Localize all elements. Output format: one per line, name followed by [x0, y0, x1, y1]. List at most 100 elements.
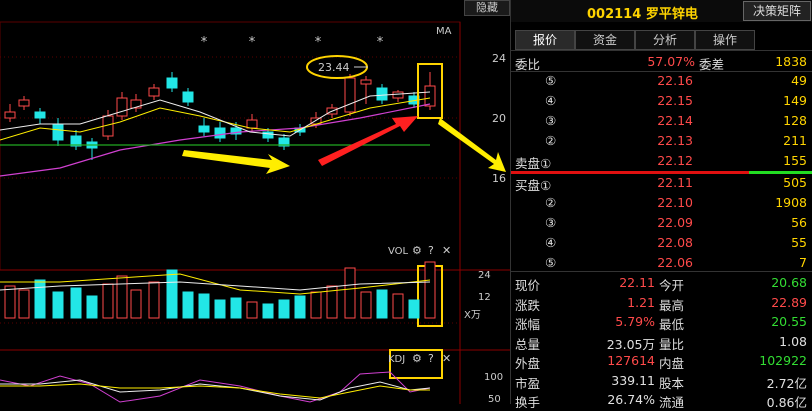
- buy_orders-volume: 1908: [775, 195, 807, 210]
- commission-row: 委比 57.07% 委差 1838: [511, 52, 812, 72]
- vol-axis-tick: 24: [478, 270, 491, 281]
- sell_orders-index: ⑤: [545, 73, 557, 88]
- volume-bar: [294, 295, 306, 319]
- candle-body: [262, 131, 274, 139]
- buy_orders-row[interactable]: ② 22.10 1908: [511, 193, 812, 213]
- close-icon: ✕: [442, 244, 451, 257]
- volume-bar: [262, 303, 274, 319]
- candle-body: [376, 87, 388, 101]
- buy_orders-row[interactable]: ③ 22.09 56: [511, 213, 812, 233]
- stat-label: 股本: [659, 375, 685, 391]
- stat-row: 市盈 339.11 股本 2.72亿: [511, 371, 812, 391]
- vol-unit: X万: [464, 310, 481, 321]
- stat-value: 2.72亿: [766, 375, 807, 391]
- stat-value: 20.55: [771, 314, 807, 329]
- volume-bar: [230, 297, 242, 319]
- vol-label: VOL: [388, 246, 409, 257]
- quote-tabs: 报价 资金 分析 操作: [511, 30, 812, 51]
- sell_orders-row[interactable]: ③ 22.14 128: [511, 111, 812, 131]
- star-marker: *: [377, 35, 384, 50]
- stat-value: 5.79%: [615, 314, 655, 329]
- candle-body: [52, 123, 64, 141]
- stat-row: 总量 23.05万 量比 1.08: [511, 332, 812, 352]
- stat-label: 涨跌: [515, 297, 541, 313]
- hide-button[interactable]: 隐藏: [464, 0, 510, 16]
- stat-label: 最低: [659, 317, 685, 332]
- kdj-axis-tick: 50: [488, 394, 501, 404]
- candle-body: [424, 85, 436, 107]
- candle-body: [198, 125, 210, 133]
- stat-row: 涨幅 5.79% 最低 20.55: [511, 312, 812, 332]
- vol-axis-tick: 12: [478, 292, 491, 303]
- volume-bar: [86, 295, 98, 319]
- buy_orders-label: 买盘①: [515, 178, 552, 193]
- stat-value: 20.68: [771, 275, 807, 290]
- stat-value: 1.21: [627, 294, 655, 310]
- buy_orders-row[interactable]: ⑤ 22.06 7: [511, 253, 812, 273]
- kline-chart-area[interactable]: 24 20 16 MA * * * * 23.44 VOL ⚙? ✕ 24 12 X万 KDJ ⚙? ✕ 100 50…: [0, 0, 510, 404]
- tab-1[interactable]: 资金: [575, 30, 635, 50]
- divider: [511, 271, 812, 272]
- decision-matrix-button[interactable]: 决策矩阵: [743, 1, 811, 21]
- tab-2[interactable]: 分析: [635, 30, 695, 50]
- stat-value: 1.08: [779, 333, 807, 349]
- stat-label: 现价: [515, 278, 541, 293]
- tab-3[interactable]: 操作: [695, 30, 755, 50]
- stat-value: 22.11: [619, 275, 655, 290]
- buy_orders-price: 22.08: [657, 235, 693, 250]
- buy_orders-price: 22.10: [657, 195, 693, 210]
- stat-label: 涨幅: [515, 317, 541, 332]
- volume-bar: [310, 291, 322, 319]
- stat-row: 涨跌 1.21 最高 22.89: [511, 293, 812, 313]
- sell_orders-price: 22.16: [657, 73, 693, 88]
- yellow-arrow-icon: [182, 150, 290, 174]
- gear-icon: ⚙: [412, 244, 422, 257]
- sell_orders-label: 卖盘①: [515, 156, 552, 171]
- stat-value: 127614: [607, 353, 655, 368]
- sell_orders-index: ③: [545, 113, 557, 128]
- buy_orders-row[interactable]: 买盘① 22.11 505: [511, 173, 812, 193]
- candle-body: [148, 87, 160, 97]
- volume-bar: [4, 285, 16, 319]
- candle-body: [166, 77, 178, 89]
- buy_orders-volume: 55: [791, 235, 807, 250]
- candle-body: [18, 99, 30, 107]
- stat-label: 最高: [659, 297, 685, 313]
- quote-header: 002114 罗平锌电 决策矩阵: [511, 0, 812, 22]
- gear-icon: ⚙: [412, 352, 422, 365]
- sell_orders-row[interactable]: 卖盘① 22.12 155: [511, 151, 812, 171]
- volume-bar: [34, 279, 46, 319]
- candle-body: [116, 97, 128, 117]
- stat-row: 换手 26.74% 流通 0.86亿: [511, 390, 812, 410]
- stat-value: 339.11: [611, 372, 655, 388]
- buy_orders-price: 22.09: [657, 215, 693, 230]
- sell_orders-index: ④: [545, 93, 557, 108]
- sell_orders-row[interactable]: ② 22.13 211: [511, 131, 812, 151]
- candle-body: [214, 127, 226, 139]
- stock-name: 罗平锌电: [645, 7, 698, 22]
- stat-row: 现价 22.11 今开 20.68: [511, 273, 812, 293]
- sell_orders-row[interactable]: ⑤ 22.16 49: [511, 71, 812, 91]
- price-axis-tick: 16: [492, 172, 506, 185]
- candle-body: [246, 119, 258, 129]
- volume-bar: [130, 289, 142, 319]
- sell_orders-row[interactable]: ④ 22.15 149: [511, 91, 812, 111]
- stat-label: 外盘: [515, 356, 541, 371]
- stat-value: 26.74%: [607, 392, 655, 407]
- volume-bar: [278, 299, 290, 319]
- volume-bar: [182, 291, 194, 319]
- tab-0[interactable]: 报价: [515, 30, 575, 50]
- candle-body: [182, 91, 194, 103]
- sell_orders-volume: 211: [783, 133, 807, 148]
- volume-bar: [52, 291, 64, 319]
- sell_orders-volume: 49: [791, 73, 807, 88]
- kdj-line-k: [0, 379, 431, 401]
- buy_orders-row[interactable]: ④ 22.08 55: [511, 233, 812, 253]
- candle-body: [34, 111, 46, 119]
- stat-label: 市盈: [515, 375, 541, 391]
- volume-bar: [424, 261, 436, 319]
- sell_orders-price: 22.14: [657, 113, 693, 128]
- kline-chart[interactable]: 242016MA* * * *23.44VOL ⚙? ✕2412X万KDJ ⚙? ✕10050: [0, 0, 510, 404]
- yellow-arrow-right-icon: [438, 118, 506, 172]
- stat-value: 23.05万: [606, 336, 655, 352]
